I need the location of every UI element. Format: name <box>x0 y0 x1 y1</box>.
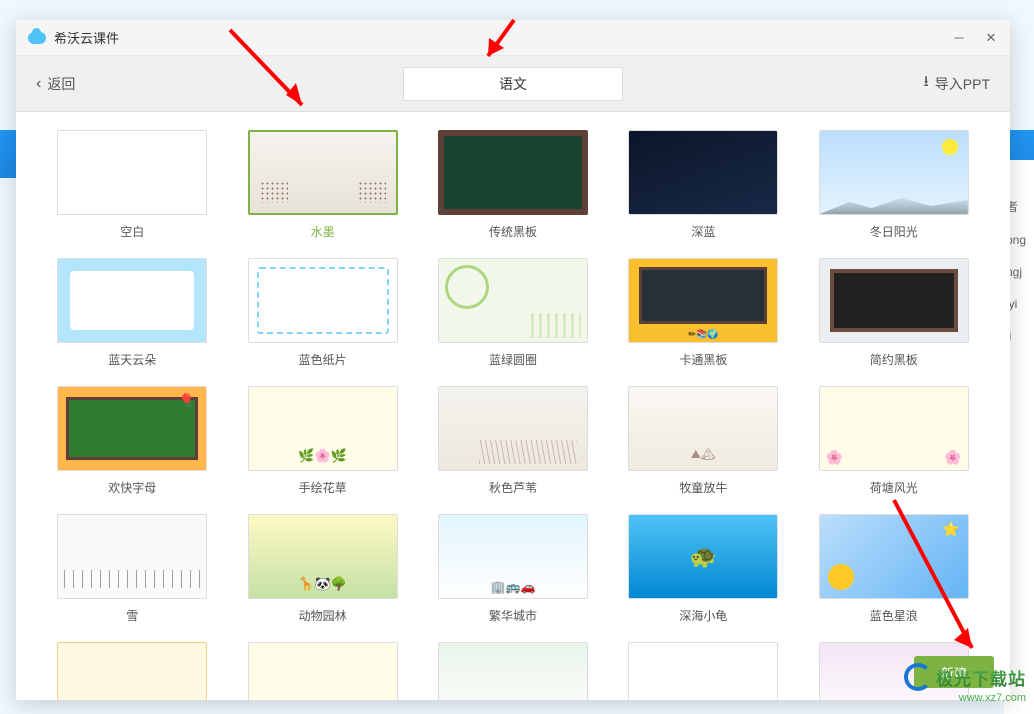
cloud-icon <box>28 32 46 44</box>
template-label: 冬日阳光 <box>870 223 918 240</box>
template-card[interactable]: 卡通黑板 <box>625 258 781 368</box>
template-thumb <box>248 258 398 343</box>
import-label: 导入PPT <box>935 74 990 94</box>
template-card[interactable] <box>435 642 591 700</box>
template-thumb <box>628 258 778 343</box>
template-label: 深海小龟 <box>679 607 727 624</box>
template-thumb <box>438 386 588 471</box>
template-label: 深蓝 <box>691 223 715 240</box>
template-label: 简约黑板 <box>870 351 918 368</box>
template-thumb <box>248 642 398 700</box>
template-card[interactable]: 雪 <box>54 514 210 624</box>
template-card[interactable]: 繁华城市 <box>435 514 591 624</box>
template-thumb <box>819 258 969 343</box>
back-label: 返回 <box>47 74 75 94</box>
template-grid: 空白 水墨 传统黑板 深蓝 冬日阳光蓝天云朵 蓝色纸片 蓝绿圆圈 卡通黑板 简约黑板欢快字母 手绘… <box>54 130 972 700</box>
template-card[interactable]: 深蓝 <box>625 130 781 240</box>
template-label: 牧童放牛 <box>679 479 727 496</box>
subject-label: 语文 <box>499 74 527 94</box>
template-card[interactable]: 手绘花草 <box>244 386 400 496</box>
template-card[interactable] <box>625 642 781 700</box>
template-card[interactable]: 蓝天云朵 <box>54 258 210 368</box>
template-label: 卡通黑板 <box>679 351 727 368</box>
window-title: 希沃云课件 <box>54 28 119 47</box>
template-label: 动物园林 <box>299 607 347 624</box>
template-card[interactable]: 蓝绿圆圈 <box>435 258 591 368</box>
import-ppt-button[interactable]: ⭳ 导入PPT <box>924 71 991 96</box>
template-card[interactable]: 动物园林 <box>244 514 400 624</box>
template-label: 欢快字母 <box>108 479 156 496</box>
template-label: 手绘花草 <box>299 479 347 496</box>
template-label: 传统黑板 <box>489 223 537 240</box>
template-thumb <box>248 130 398 215</box>
template-card[interactable]: 水墨 <box>244 130 400 240</box>
template-label: 空白 <box>120 223 144 240</box>
template-thumb <box>248 514 398 599</box>
template-thumb <box>57 130 207 215</box>
template-thumb <box>628 642 778 700</box>
template-label: 蓝绿圆圈 <box>489 351 537 368</box>
template-card[interactable]: 牧童放牛 <box>625 386 781 496</box>
template-thumb <box>438 642 588 700</box>
template-thumb <box>57 258 207 343</box>
template-label: 荷塘风光 <box>870 479 918 496</box>
template-card[interactable] <box>244 642 400 700</box>
template-thumb <box>438 130 588 215</box>
template-thumb <box>819 514 969 599</box>
template-thumb <box>628 386 778 471</box>
template-label: 水墨 <box>311 223 335 240</box>
back-button[interactable]: ‹ 返回 <box>36 74 75 94</box>
titlebar: 希沃云课件 ─ ✕ <box>16 20 1010 56</box>
template-thumb <box>438 258 588 343</box>
template-scroll[interactable]: 空白 水墨 传统黑板 深蓝 冬日阳光蓝天云朵 蓝色纸片 蓝绿圆圈 卡通黑板 简约黑板欢快字母 手绘… <box>16 112 1010 700</box>
template-card[interactable]: 深海小龟 <box>625 514 781 624</box>
template-label: 蓝色星浪 <box>870 607 918 624</box>
template-thumb <box>628 514 778 599</box>
template-thumb <box>819 130 969 215</box>
template-label: 雪 <box>126 607 138 624</box>
template-card[interactable]: 简约黑板 <box>816 258 972 368</box>
template-card[interactable]: 荷塘风光 <box>816 386 972 496</box>
template-label: 秋色芦苇 <box>489 479 537 496</box>
template-card[interactable]: 欢快字母 <box>54 386 210 496</box>
template-card[interactable]: 冬日阳光 <box>816 130 972 240</box>
template-label: 蓝色纸片 <box>299 351 347 368</box>
minimize-button[interactable]: ─ <box>952 31 966 45</box>
template-thumb <box>57 642 207 700</box>
template-card[interactable]: 蓝色纸片 <box>244 258 400 368</box>
template-card[interactable] <box>54 642 210 700</box>
template-modal: 希沃云课件 ─ ✕ ‹ 返回 语文 ⭳ 导入PPT 空白 水墨 传统黑板 深蓝 冬日阳光… <box>16 20 1010 700</box>
template-card[interactable]: 蓝色星浪 <box>816 514 972 624</box>
template-thumb <box>57 514 207 599</box>
template-thumb <box>438 514 588 599</box>
chevron-left-icon: ‹ <box>36 75 41 93</box>
template-thumb <box>819 386 969 471</box>
template-thumb <box>628 130 778 215</box>
template-thumb <box>248 386 398 471</box>
toolbar: ‹ 返回 语文 ⭳ 导入PPT <box>16 56 1010 112</box>
template-label: 繁华城市 <box>489 607 537 624</box>
import-icon: ⭳ <box>924 71 929 96</box>
template-card[interactable]: 秋色芦苇 <box>435 386 591 496</box>
template-thumb <box>57 386 207 471</box>
close-button[interactable]: ✕ <box>984 31 998 45</box>
template-card[interactable]: 传统黑板 <box>435 130 591 240</box>
subject-selector[interactable]: 语文 <box>403 67 623 101</box>
template-label: 蓝天云朵 <box>108 351 156 368</box>
new-button[interactable]: 新建 <box>914 656 994 688</box>
template-card[interactable]: 空白 <box>54 130 210 240</box>
